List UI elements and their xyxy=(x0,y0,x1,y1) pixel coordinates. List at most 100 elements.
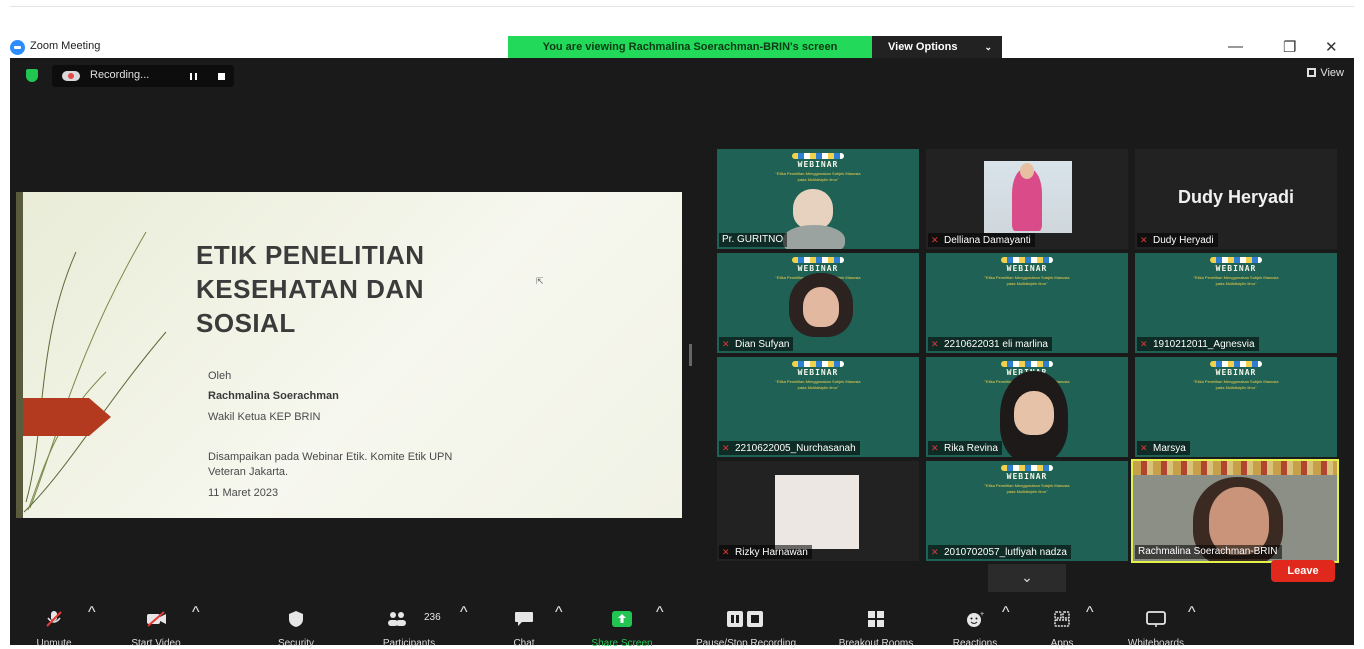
slide-title-line3: SOSIAL xyxy=(196,308,296,338)
webinar-sub-line2: pada Multidisiplin Ilmu" xyxy=(1006,281,1048,286)
unmute-label: Unmute xyxy=(36,638,72,649)
apps-label: Apps xyxy=(1050,638,1074,649)
webinar-subtitle: "Etika Penelitian Menggunakan Subjek Man… xyxy=(926,275,1128,287)
webinar-logos xyxy=(1210,257,1262,263)
webinar-subtitle: "Etika Penelitian Menggunakan Subjek Man… xyxy=(717,171,919,183)
video-tile[interactable]: WEBINAR "Etika Penelitian Menggunakan Su… xyxy=(717,149,919,249)
webinar-subtitle: "Etika Penelitian Menggunakan Subjek Man… xyxy=(1135,379,1337,391)
video-off-icon xyxy=(147,611,166,627)
participant-name-text: Marsya xyxy=(1153,443,1186,454)
participant-name-text: Rachmalina Soerachman-BRIN xyxy=(1138,546,1278,557)
video-tile[interactable]: WEBINAR "Etika Penelitian Menggunakan Su… xyxy=(717,253,919,353)
video-tile[interactable]: Dudy Heryadi ✕ Dudy Heryadi xyxy=(1135,149,1337,249)
participants-caret-icon[interactable]: ^ xyxy=(460,604,468,645)
slide-title: ETIK PENELITIAN KESEHATAN DAN SOSIAL xyxy=(196,238,526,340)
breakout-rooms-button[interactable]: Breakout Rooms xyxy=(824,604,928,649)
view-options-button[interactable]: View Options ⌄ xyxy=(872,36,1002,58)
webinar-heading: WEBINAR xyxy=(1006,472,1048,481)
window-title: Zoom Meeting xyxy=(30,40,101,52)
reactions-button[interactable]: + Reactions xyxy=(940,604,1010,649)
participant-name: ✕ Dian Sufyan xyxy=(719,337,794,351)
slide-title-line2: KESEHATAN DAN xyxy=(196,274,424,304)
participant-video-placeholder xyxy=(775,475,859,549)
muted-mic-icon: ✕ xyxy=(931,547,939,557)
unmute-button[interactable]: Unmute xyxy=(24,604,84,649)
video-tile[interactable]: WEBINAR "Etika Penelitian Menggunakan Su… xyxy=(926,357,1128,457)
webinar-subtitle: "Etika Penelitian Menggunakan Subjek Man… xyxy=(717,379,919,391)
muted-mic-icon: ✕ xyxy=(931,235,939,245)
share-screen-icon xyxy=(612,611,632,627)
pause-stop-recording-button[interactable]: Pause/Stop Recording xyxy=(680,604,812,649)
pause-recording-icon[interactable] xyxy=(190,73,197,80)
minimize-button[interactable]: — xyxy=(1228,38,1243,55)
video-tile[interactable]: WEBINAR "Etika Penelitian Menggunakan Su… xyxy=(926,461,1128,561)
chat-caret-icon[interactable]: ^ xyxy=(555,604,563,645)
muted-mic-icon: ✕ xyxy=(1140,339,1148,349)
webinar-sub-line2: pada Multidisiplin Ilmu" xyxy=(1006,489,1048,494)
apps-button[interactable]: Apps xyxy=(1032,604,1092,649)
start-video-button[interactable]: Start Video xyxy=(116,604,196,649)
video-tile[interactable]: ✕ Delliana Damayanti xyxy=(926,149,1128,249)
participant-name: Pr. GURITNO xyxy=(719,233,788,247)
photo-head xyxy=(1020,163,1034,179)
view-layout-button[interactable]: View xyxy=(1307,67,1344,79)
participant-name-text: Delliana Damayanti xyxy=(944,235,1031,246)
video-options-caret-icon[interactable]: ^ xyxy=(192,604,200,645)
webinar-sub-line2: pada Multidisiplin Ilmu" xyxy=(797,177,839,182)
encryption-shield-icon[interactable] xyxy=(26,69,38,82)
scroll-down-button[interactable]: ⌄ xyxy=(988,564,1066,592)
grid-view-icon xyxy=(1307,68,1317,77)
whiteboard-icon xyxy=(1146,611,1166,627)
webinar-heading: WEBINAR xyxy=(797,160,839,169)
breakout-rooms-label: Breakout Rooms xyxy=(838,638,914,649)
security-button[interactable]: Security xyxy=(266,604,326,649)
stop-recording-icon[interactable] xyxy=(218,73,225,80)
video-tile[interactable]: WEBINAR "Etika Penelitian Menggunakan Su… xyxy=(1135,253,1337,353)
whiteboards-caret-icon[interactable]: ^ xyxy=(1188,604,1196,645)
participant-name: ✕ 1910212011_Agnesvia xyxy=(1137,337,1259,351)
apps-icon xyxy=(1054,611,1070,627)
muted-mic-icon: ✕ xyxy=(1140,443,1148,453)
participant-name-text: Dian Sufyan xyxy=(735,339,790,350)
apps-caret-icon[interactable]: ^ xyxy=(1086,604,1094,645)
webinar-heading: WEBINAR xyxy=(1215,264,1257,273)
participants-count: 236 xyxy=(424,612,441,623)
webinar-subtitle: "Etika Penelitian Menggunakan Subjek Man… xyxy=(1135,275,1337,287)
audio-options-caret-icon[interactable]: ^ xyxy=(88,604,96,645)
webinar-heading: WEBINAR xyxy=(1006,264,1048,273)
muted-mic-icon: ✕ xyxy=(931,443,939,453)
muted-mic-icon: ✕ xyxy=(931,339,939,349)
slide-event-line1: Disampaikan pada Webinar Etik. Komite Et… xyxy=(208,451,453,463)
video-tile-active-speaker[interactable]: Rachmalina Soerachman-BRIN xyxy=(1131,459,1339,563)
participant-shoulders xyxy=(783,225,845,249)
share-screen-button[interactable]: Share Screen xyxy=(584,604,660,649)
chevron-down-icon: ⌄ xyxy=(1021,569,1033,585)
close-button[interactable]: ✕ xyxy=(1325,38,1338,56)
participants-button[interactable]: 236 Participants xyxy=(368,604,450,649)
video-tile[interactable]: ✕ Rizky Harnawan xyxy=(717,461,919,561)
top-divider xyxy=(10,6,1354,7)
video-tile[interactable]: WEBINAR "Etika Penelitian Menggunakan Su… xyxy=(926,253,1128,353)
webinar-logos xyxy=(792,361,844,367)
participant-name: ✕ Rika Revina xyxy=(928,441,1002,455)
share-screen-caret-icon[interactable]: ^ xyxy=(656,604,664,645)
chat-button[interactable]: Chat xyxy=(496,604,552,649)
participant-name: Rachmalina Soerachman-BRIN xyxy=(1135,545,1282,559)
video-tile[interactable]: WEBINAR "Etika Penelitian Menggunakan Su… xyxy=(1135,357,1337,457)
chat-icon xyxy=(515,612,533,626)
webinar-sub-line2: pada Multidisiplin Ilmu" xyxy=(1215,281,1257,286)
muted-mic-icon: ✕ xyxy=(722,547,730,557)
webinar-heading: WEBINAR xyxy=(797,368,839,377)
participant-photo xyxy=(984,161,1072,233)
whiteboards-button[interactable]: Whiteboards xyxy=(1116,604,1196,649)
restore-button[interactable]: ❐ xyxy=(1283,38,1296,56)
participant-name: ✕ 2210622031 eli marlina xyxy=(928,337,1052,351)
leave-button[interactable]: Leave xyxy=(1271,560,1335,582)
splitter-handle[interactable] xyxy=(689,344,692,366)
webinar-sub-line2: pada Multidisiplin Ilmu" xyxy=(1215,385,1257,390)
zoom-logo-icon xyxy=(10,40,25,55)
video-tile[interactable]: WEBINAR "Etika Penelitian Menggunakan Su… xyxy=(717,357,919,457)
recording-indicator: Recording... xyxy=(52,65,234,87)
participant-name-text: 2210622005_Nurchasanah xyxy=(735,443,856,454)
reactions-caret-icon[interactable]: ^ xyxy=(1002,604,1010,645)
